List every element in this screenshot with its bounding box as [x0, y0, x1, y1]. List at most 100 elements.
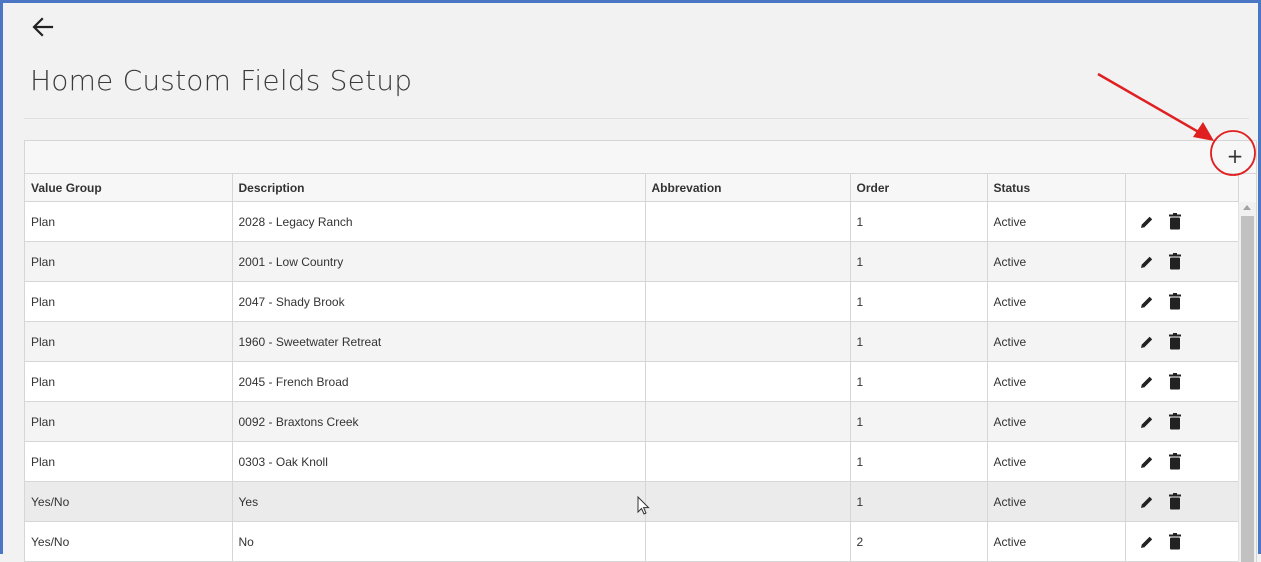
back-button[interactable] — [28, 12, 58, 42]
cell-abbreviation — [645, 281, 851, 322]
delete-button[interactable] — [1168, 533, 1181, 550]
table-row[interactable]: Plan 0303 - Oak Knoll 1 Active — [25, 441, 1239, 482]
cell-status: Active — [987, 401, 1126, 442]
table-row[interactable]: Plan 2028 - Legacy Ranch 1 Active — [25, 201, 1239, 242]
table-row[interactable]: Yes/No No 2 Active — [25, 521, 1239, 562]
scroll-up-icon[interactable] — [1243, 205, 1251, 210]
column-header-status[interactable]: Status — [987, 174, 1126, 202]
table-row[interactable]: Plan 2047 - Shady Brook 1 Active — [25, 281, 1239, 322]
cell-order: 1 — [850, 361, 988, 402]
pencil-icon — [1140, 296, 1152, 308]
trash-icon — [1168, 333, 1181, 350]
edit-button[interactable] — [1139, 414, 1155, 430]
edit-button[interactable] — [1139, 254, 1155, 270]
table-row[interactable]: Yes/No Yes 1 Active — [25, 481, 1239, 522]
pencil-icon — [1140, 416, 1152, 428]
cell-description: 0303 - Oak Knoll — [232, 441, 646, 482]
trash-icon — [1168, 533, 1181, 550]
cell-status: Active — [987, 521, 1126, 562]
mouse-cursor-icon — [637, 496, 650, 515]
edit-button[interactable] — [1139, 334, 1155, 350]
delete-button[interactable] — [1168, 493, 1181, 510]
delete-button[interactable] — [1168, 453, 1181, 470]
cell-value-group: Plan — [25, 201, 233, 242]
cell-abbreviation — [645, 401, 851, 442]
cell-abbreviation — [645, 241, 851, 282]
pencil-icon — [1140, 536, 1152, 548]
cell-order: 1 — [850, 481, 988, 522]
cell-status: Active — [987, 481, 1126, 522]
edit-button[interactable] — [1139, 294, 1155, 310]
trash-icon — [1168, 493, 1181, 510]
edit-button[interactable] — [1139, 534, 1155, 550]
cell-description: Yes — [232, 481, 646, 522]
title-divider — [24, 118, 1249, 119]
edit-button[interactable] — [1139, 454, 1155, 470]
cell-abbreviation — [645, 361, 851, 402]
cell-abbreviation — [645, 201, 851, 242]
cell-status: Active — [987, 201, 1126, 242]
pencil-icon — [1140, 376, 1152, 388]
cell-value-group: Plan — [25, 241, 233, 282]
edit-button[interactable] — [1139, 374, 1155, 390]
table-row[interactable]: Plan 1960 - Sweetwater Retreat 1 Active — [25, 321, 1239, 362]
column-header-description[interactable]: Description — [232, 174, 646, 202]
delete-button[interactable] — [1168, 293, 1181, 310]
cell-description: 2045 - French Broad — [232, 361, 646, 402]
cell-description: 1960 - Sweetwater Retreat — [232, 321, 646, 362]
delete-button[interactable] — [1168, 413, 1181, 430]
trash-icon — [1168, 213, 1181, 230]
column-header-actions — [1125, 174, 1239, 202]
cell-actions — [1125, 521, 1239, 562]
pencil-icon — [1140, 216, 1152, 228]
annotation-arrow-line — [1097, 72, 1203, 136]
column-header-value-group[interactable]: Value Group — [25, 174, 233, 202]
cell-status: Active — [987, 441, 1126, 482]
column-header-order[interactable]: Order — [850, 174, 988, 202]
cell-actions — [1125, 201, 1239, 242]
delete-button[interactable] — [1168, 253, 1181, 270]
arrow-left-icon — [32, 17, 54, 37]
cell-actions — [1125, 361, 1239, 402]
cell-value-group: Plan — [25, 441, 233, 482]
cell-value-group: Yes/No — [25, 481, 233, 522]
cell-value-group: Plan — [25, 321, 233, 362]
table-row[interactable]: Plan 2001 - Low Country 1 Active — [25, 241, 1239, 282]
pencil-icon — [1140, 256, 1152, 268]
cell-actions — [1125, 241, 1239, 282]
cell-order: 1 — [850, 321, 988, 362]
cell-actions — [1125, 281, 1239, 322]
cell-value-group: Yes/No — [25, 521, 233, 562]
trash-icon — [1168, 293, 1181, 310]
cell-order: 1 — [850, 241, 988, 282]
cell-status: Active — [987, 321, 1126, 362]
annotation-arrow-head — [1193, 122, 1214, 141]
cell-status: Active — [987, 361, 1126, 402]
grid-toolbar: + — [25, 141, 1256, 174]
cell-status: Active — [987, 241, 1126, 282]
vertical-scrollbar[interactable] — [1238, 202, 1256, 562]
delete-button[interactable] — [1168, 373, 1181, 390]
edit-button[interactable] — [1139, 494, 1155, 510]
delete-button[interactable] — [1168, 213, 1181, 230]
delete-button[interactable] — [1168, 333, 1181, 350]
pencil-icon — [1140, 336, 1152, 348]
scrollbar-thumb[interactable] — [1241, 216, 1254, 562]
cell-description: 0092 - Braxtons Creek — [232, 401, 646, 442]
cell-value-group: Plan — [25, 401, 233, 442]
cell-abbreviation — [645, 521, 851, 562]
page-title: Home Custom Fields Setup — [30, 64, 413, 97]
cell-status: Active — [987, 281, 1126, 322]
cell-order: 1 — [850, 201, 988, 242]
column-header-abbreviation[interactable]: Abbrevation — [645, 174, 851, 202]
table-row[interactable]: Plan 0092 - Braxtons Creek 1 Active — [25, 401, 1239, 442]
add-button[interactable]: + — [1222, 143, 1248, 169]
cell-description: 2028 - Legacy Ranch — [232, 201, 646, 242]
cell-value-group: Plan — [25, 281, 233, 322]
trash-icon — [1168, 453, 1181, 470]
table-row[interactable]: Plan 2045 - French Broad 1 Active — [25, 361, 1239, 402]
cell-order: 2 — [850, 521, 988, 562]
cell-description: 2001 - Low Country — [232, 241, 646, 282]
cell-abbreviation — [645, 321, 851, 362]
edit-button[interactable] — [1139, 214, 1155, 230]
